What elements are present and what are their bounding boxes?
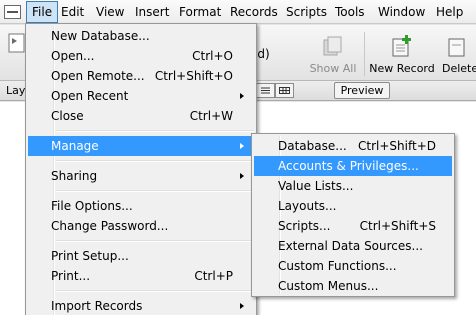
menu-records[interactable]: Records: [225, 1, 283, 23]
menu-edit[interactable]: Edit: [56, 1, 89, 23]
manage-submenu: Database... Ctrl+Shift+D Accounts & Priv…: [251, 133, 455, 297]
menu-item-change-password[interactable]: Change Password...: [28, 216, 254, 236]
menu-item-custom-menus[interactable]: Custom Menus...: [254, 276, 452, 296]
table-view-icon: [279, 87, 290, 94]
submenu-arrow-icon: [240, 143, 244, 149]
app-icon[interactable]: [4, 5, 21, 19]
menu-separator: [56, 190, 254, 192]
menu-item-custom-functions[interactable]: Custom Functions...: [254, 256, 452, 276]
menu-item-layouts[interactable]: Layouts...: [254, 196, 452, 216]
menu-item-new-database[interactable]: New Database...: [28, 26, 254, 46]
menu-separator: [56, 130, 254, 132]
new-record-button[interactable]: New Record: [368, 32, 436, 78]
book-icon[interactable]: [8, 32, 26, 54]
delete-record-icon: [448, 38, 465, 57]
menu-window[interactable]: Window: [373, 1, 430, 23]
menu-item-sharing[interactable]: Sharing: [28, 166, 254, 186]
menu-item-close[interactable]: Close Ctrl+W: [28, 106, 254, 126]
menu-insert[interactable]: Insert: [130, 1, 174, 23]
menu-view[interactable]: View: [91, 1, 129, 23]
menu-item-import-records[interactable]: Import Records: [28, 296, 254, 315]
menu-item-value-lists[interactable]: Value Lists...: [254, 176, 452, 196]
menu-separator: [56, 240, 254, 242]
menu-file[interactable]: File: [26, 1, 59, 23]
menu-item-print-setup[interactable]: Print Setup...: [28, 246, 254, 266]
menu-item-open[interactable]: Open... Ctrl+O: [28, 46, 254, 66]
menu-item-database[interactable]: Database... Ctrl+Shift+D: [254, 136, 452, 156]
toolbar-separator: [364, 32, 365, 76]
view-as-table-button[interactable]: [275, 83, 294, 98]
menu-item-external-data-sources[interactable]: External Data Sources...: [254, 236, 452, 256]
menu-help[interactable]: Help: [431, 1, 468, 23]
menu-item-print[interactable]: Print... Ctrl+P: [28, 266, 254, 286]
show-all-button[interactable]: Show All: [304, 32, 362, 78]
layout-label: Lay: [6, 84, 26, 97]
submenu-arrow-icon: [240, 173, 244, 179]
menu-separator: [56, 160, 254, 162]
menu-item-file-options[interactable]: File Options...: [28, 196, 254, 216]
new-record-icon: [392, 35, 411, 57]
menu-scripts[interactable]: Scripts: [281, 1, 332, 23]
menu-item-scripts[interactable]: Scripts... Ctrl+Shift+S: [254, 216, 452, 236]
view-as-buttons: [256, 83, 294, 98]
menu-item-open-recent[interactable]: Open Recent: [28, 86, 254, 106]
menu-bar: File Edit View Insert Format Records Scr…: [0, 0, 476, 24]
file-menu: New Database... Open... Ctrl+O Open Remo…: [25, 23, 257, 315]
preview-button[interactable]: Preview: [334, 82, 390, 99]
delete-record-button[interactable]: Delete: [438, 32, 476, 78]
menu-item-accounts-privileges[interactable]: Accounts & Privileges...: [254, 156, 452, 176]
menu-item-manage[interactable]: Manage: [28, 136, 254, 156]
menu-tools[interactable]: Tools: [330, 1, 370, 23]
submenu-arrow-icon: [240, 303, 244, 309]
view-as-list-button[interactable]: [256, 83, 275, 98]
list-view-icon: [261, 87, 270, 94]
menu-item-open-remote[interactable]: Open Remote... Ctrl+Shift+O: [28, 66, 254, 86]
submenu-arrow-icon: [240, 93, 244, 99]
show-all-icon: [323, 36, 342, 56]
menu-format[interactable]: Format: [174, 1, 226, 23]
menu-separator: [56, 290, 254, 292]
